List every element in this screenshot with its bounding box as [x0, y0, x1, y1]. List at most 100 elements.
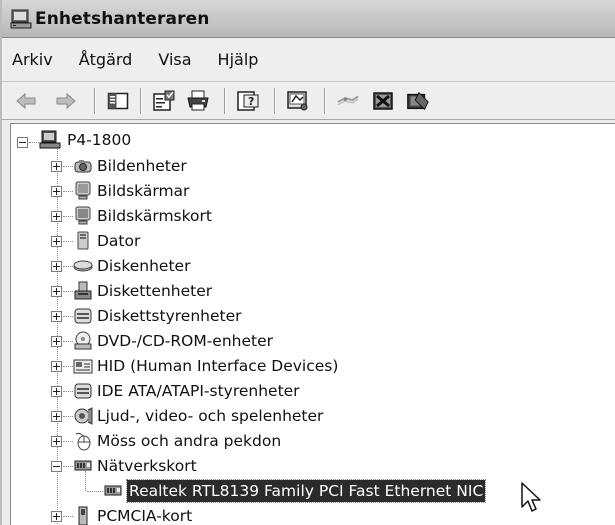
- properties-button[interactable]: [152, 89, 176, 113]
- console-tree-button[interactable]: [106, 89, 130, 113]
- network-card-icon: [104, 485, 122, 496]
- expand-toggle[interactable]: [51, 211, 62, 222]
- expand-toggle[interactable]: [51, 161, 62, 172]
- expand-toggle[interactable]: [51, 336, 62, 347]
- tree-item-label[interactable]: Bildskärmar: [97, 180, 189, 202]
- tree-guide-line: [63, 241, 73, 242]
- tree-item-label[interactable]: Diskenheter: [97, 255, 190, 277]
- help-icon: ?: [237, 91, 259, 111]
- uninstall-device-icon: [407, 91, 429, 111]
- uninstall-device-button[interactable]: [406, 89, 430, 113]
- tree-item-label[interactable]: Diskettstyrenheter: [97, 305, 242, 327]
- hid-icon: [73, 359, 93, 374]
- tree-item-label[interactable]: Ljud-, video- och spelenheter: [97, 405, 323, 427]
- network-adapter-icon: [74, 460, 92, 471]
- tree-item-label[interactable]: PCMCIA-kort: [97, 505, 192, 525]
- tree-guide-line: [63, 266, 73, 267]
- toolbar-separator: [324, 88, 326, 114]
- pcmcia-icon: [78, 506, 88, 525]
- expand-toggle[interactable]: [51, 411, 62, 422]
- disable-device-button[interactable]: [372, 89, 396, 113]
- tree-guide-line: [63, 316, 73, 317]
- toolbar-separator: [274, 88, 276, 114]
- toolbar-separator: [140, 88, 142, 114]
- mouse-icon: [75, 432, 91, 451]
- expand-toggle[interactable]: [51, 386, 62, 397]
- sound-icon: [74, 407, 93, 425]
- tree-item-label[interactable]: DVD-/CD-ROM-enheter: [97, 330, 273, 352]
- display-adapter-icon: [75, 206, 91, 225]
- toolbar-separator: [94, 88, 96, 114]
- update-driver-icon: [337, 95, 359, 106]
- back-button[interactable]: [14, 89, 38, 113]
- menu-hjalp[interactable]: Hjälp: [218, 50, 259, 69]
- tree-guide-line: [63, 466, 73, 467]
- tree-item-label[interactable]: Dator: [97, 230, 140, 252]
- show-hide-console-tree-icon: [107, 92, 129, 110]
- expand-toggle[interactable]: [51, 236, 62, 247]
- computer-manager-icon: [10, 9, 32, 28]
- tree-guide-line: [63, 166, 73, 167]
- collapse-toggle[interactable]: [51, 461, 62, 472]
- tree-guide-line: [63, 341, 73, 342]
- tree-guide-line: [63, 516, 73, 517]
- device-tree[interactable]: P4-1800 Bildenheter Bildskärmar Bildskärms…: [10, 123, 615, 525]
- expand-toggle[interactable]: [51, 436, 62, 447]
- tree-guide-line: [29, 142, 39, 143]
- scan-hardware-button[interactable]: [286, 89, 310, 113]
- tree-guide-line: [63, 391, 73, 392]
- computer-icon: [39, 130, 61, 149]
- tree-item-label[interactable]: HID (Human Interface Devices): [97, 355, 338, 377]
- camera-icon: [74, 160, 92, 173]
- tree-root-label[interactable]: P4-1800: [67, 129, 131, 151]
- computer-case-icon: [77, 231, 89, 250]
- toolbar: ?: [2, 82, 615, 120]
- device-manager-window: Enhetshanteraren Arkiv Åtgärd Visa Hjälp: [0, 0, 615, 525]
- svg-text:?: ?: [248, 95, 254, 108]
- tree-guide-line: [63, 416, 73, 417]
- tree-item-label[interactable]: Möss och andra pekdon: [97, 430, 281, 452]
- cd-rom-icon: [74, 331, 92, 350]
- tree-item-label[interactable]: Bildenheter: [97, 155, 187, 177]
- tree-guide-line: [85, 471, 86, 491]
- expand-toggle[interactable]: [51, 311, 62, 322]
- menu-visa[interactable]: Visa: [158, 50, 191, 69]
- tree-item-label[interactable]: Bildskärmskort: [97, 205, 212, 227]
- expand-toggle[interactable]: [51, 261, 62, 272]
- menu-atgard[interactable]: Åtgärd: [79, 50, 133, 69]
- tree-item-label[interactable]: Diskettenheter: [97, 280, 212, 302]
- selected-device-label[interactable]: Realtek RTL8139 Family PCI Fast Ethernet…: [125, 479, 487, 503]
- mouse-cursor-icon: [521, 482, 541, 512]
- expand-toggle[interactable]: [51, 361, 62, 372]
- toolbar-separator: [224, 88, 226, 114]
- forward-button[interactable]: [54, 89, 78, 113]
- back-arrow-icon: [16, 92, 36, 110]
- tree-guide-line: [63, 216, 73, 217]
- tree-item-label[interactable]: Nätverkskort: [97, 455, 197, 477]
- help-button[interactable]: ?: [236, 89, 260, 113]
- disk-drive-icon: [73, 260, 93, 272]
- scan-hardware-icon: [287, 91, 308, 111]
- print-icon: [187, 90, 209, 111]
- forward-arrow-icon: [56, 92, 76, 110]
- expand-toggle[interactable]: [51, 511, 62, 522]
- window-title: Enhetshanteraren: [35, 8, 210, 29]
- tree-item-label[interactable]: IDE ATA/ATAPI-styrenheter: [97, 380, 300, 402]
- title-bar[interactable]: Enhetshanteraren: [2, 0, 615, 38]
- menu-bar: Arkiv Åtgärd Visa Hjälp: [2, 38, 615, 82]
- tree-guide-line: [63, 291, 73, 292]
- print-button[interactable]: [186, 89, 210, 113]
- update-driver-button[interactable]: [336, 89, 360, 113]
- ide-controller-icon: [74, 383, 92, 399]
- tree-guide-line: [63, 191, 73, 192]
- menu-arkiv[interactable]: Arkiv: [12, 50, 53, 69]
- tree-guide-line: [87, 491, 103, 492]
- floppy-drive-icon: [74, 281, 92, 300]
- disable-device-icon: [373, 92, 393, 110]
- expand-toggle[interactable]: [51, 286, 62, 297]
- tree-guide-line: [63, 366, 73, 367]
- collapse-toggle[interactable]: [17, 137, 28, 148]
- monitor-icon: [75, 181, 91, 200]
- properties-icon: [153, 90, 175, 111]
- expand-toggle[interactable]: [51, 186, 62, 197]
